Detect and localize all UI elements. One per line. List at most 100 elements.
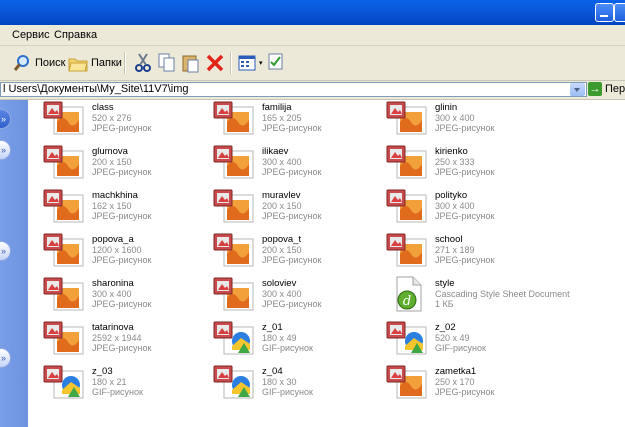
folders-icon	[68, 58, 88, 72]
gif-image-icon	[213, 321, 254, 355]
file-name: z_01	[262, 322, 283, 333]
file-type: JPEG-рисунок	[92, 167, 152, 177]
file-item[interactable]: muravlev 200 x 150 JPEG-рисунок	[210, 188, 380, 228]
file-name: z_04	[262, 366, 283, 377]
file-name: polityko	[435, 190, 468, 201]
menu-service[interactable]: Сервис	[12, 29, 50, 41]
collapse-button[interactable]: »	[0, 140, 11, 160]
file-type: JPEG-рисунок	[92, 211, 152, 221]
file-info: school 271 x 189 JPEG-рисунок	[435, 235, 494, 266]
file-item[interactable]: sharonina 300 x 400 JPEG-рисунок	[40, 276, 210, 316]
address-bar: l Users\Документы\My_Site\11V7\img → Пер…	[0, 81, 625, 100]
file-name: z_03	[92, 366, 113, 377]
file-type: JPEG-рисунок	[262, 211, 322, 221]
menu-help[interactable]: Справка	[54, 29, 97, 41]
jpeg-image-icon	[43, 189, 84, 223]
toolbar-separator	[124, 52, 126, 74]
file-type: 1 КБ	[435, 299, 454, 309]
file-dimensions: 271 x 189	[435, 245, 475, 255]
file-item[interactable]: soloviev 300 x 400 JPEG-рисунок	[210, 276, 380, 316]
file-name: popova_t	[262, 234, 302, 245]
file-item[interactable]: tatarinova 2592 x 1944 JPEG-рисунок	[40, 320, 210, 360]
file-item[interactable]: z_02 520 x 49 GIF-рисунок	[383, 320, 553, 360]
collapse-button[interactable]: »	[0, 348, 11, 368]
folders-button[interactable]: Папки	[68, 53, 122, 73]
file-type: JPEG-рисунок	[262, 123, 322, 133]
file-item[interactable]: machkhina 162 x 150 JPEG-рисунок	[40, 188, 210, 228]
file-item[interactable]: glumova 200 x 150 JPEG-рисунок	[40, 144, 210, 184]
maximize-button[interactable]	[614, 3, 625, 22]
file-item[interactable]: ilikaev 300 x 400 JPEG-рисунок	[210, 144, 380, 184]
file-name: popova_a	[92, 234, 134, 245]
file-item[interactable]: z_03 180 x 21 GIF-рисунок	[40, 364, 210, 404]
jpeg-image-icon	[386, 145, 427, 179]
paste-icon[interactable]	[182, 53, 200, 73]
cut-icon[interactable]	[134, 53, 152, 73]
search-button[interactable]: Поиск	[14, 53, 65, 73]
file-item[interactable]: school 271 x 189 JPEG-рисунок	[383, 232, 553, 272]
file-name: soloviev	[262, 278, 297, 289]
collapse-button[interactable]: »	[0, 241, 11, 261]
file-item[interactable]: z_04 180 x 30 GIF-рисунок	[210, 364, 380, 404]
address-dropdown-button[interactable]	[570, 83, 585, 96]
file-item[interactable]: class 520 x 276 JPEG-рисунок	[40, 100, 210, 140]
jpeg-image-icon	[386, 233, 427, 267]
file-info: familija 165 x 205 JPEG-рисунок	[262, 103, 322, 134]
jpeg-image-icon	[213, 233, 254, 267]
gif-image-icon	[43, 365, 84, 399]
file-info: class 520 x 276 JPEG-рисунок	[92, 103, 151, 134]
jpeg-image-icon	[43, 277, 84, 311]
jpeg-image-icon	[386, 101, 427, 135]
file-info: popova_a 1200 x 1600 JPEG-рисунок	[92, 234, 151, 266]
file-type: GIF-рисунок	[262, 387, 313, 397]
file-item[interactable]: popova_t 200 x 150 JPEG-рисунок	[210, 232, 380, 272]
title-bar	[0, 0, 625, 25]
go-arrow-icon: →	[588, 82, 602, 96]
file-info: soloviev 300 x 400 JPEG-рисунок	[262, 278, 322, 310]
file-item[interactable]: z_01 180 x 49 GIF-рисунок	[210, 320, 380, 360]
address-input[interactable]: l Users\Документы\My_Site\11V7\img	[0, 82, 587, 97]
file-item[interactable]: kirienko 250 x 333 JPEG-рисунок	[383, 144, 553, 184]
toolbar: Поиск Папки ▾	[0, 46, 625, 81]
css-document-icon: d	[396, 276, 422, 312]
file-dimensions: 300 x 400	[92, 289, 132, 299]
collapse-button[interactable]: »	[0, 109, 11, 129]
minimize-button[interactable]	[595, 3, 614, 22]
file-item[interactable]: d style Cascading Style Sheet Document 1 К…	[383, 276, 570, 316]
file-item[interactable]: familija 165 x 205 JPEG-рисунок	[210, 100, 380, 140]
file-dimensions: Cascading Style Sheet Document	[435, 289, 570, 299]
views-button[interactable]: ▾	[238, 53, 263, 73]
file-info: popova_t 200 x 150 JPEG-рисунок	[262, 234, 321, 266]
file-item[interactable]: polityko 300 x 400 JPEG-рисунок	[383, 188, 553, 228]
svg-text:d: d	[403, 294, 411, 309]
go-button[interactable]: → Пере	[588, 82, 625, 96]
file-name: zametka1	[435, 366, 477, 377]
file-info: muravlev 200 x 150 JPEG-рисунок	[262, 191, 322, 222]
file-info: glumova 200 x 150 JPEG-рисунок	[92, 147, 152, 178]
file-dimensions: 300 x 400	[262, 157, 302, 167]
copy-icon[interactable]	[158, 53, 176, 73]
file-item[interactable]: glinin 300 x 400 JPEG-рисунок	[383, 100, 553, 140]
file-item[interactable]: popova_a 1200 x 1600 JPEG-рисунок	[40, 232, 210, 272]
file-type: JPEG-рисунок	[435, 211, 495, 221]
file-dimensions: 2592 x 1944	[92, 333, 142, 343]
folders-label: Папки	[91, 57, 122, 69]
jpeg-image-icon	[43, 233, 84, 267]
properties-icon[interactable]	[268, 53, 284, 73]
file-info: kirienko 250 x 333 JPEG-рисунок	[435, 146, 494, 178]
file-item[interactable]: zametka1 250 x 170 JPEG-рисунок	[383, 364, 553, 404]
file-dimensions: 250 x 333	[435, 157, 475, 167]
jpeg-image-icon	[213, 189, 254, 223]
file-name: kirienko	[435, 146, 468, 157]
file-type: JPEG-рисунок	[262, 299, 322, 309]
file-type: JPEG-рисунок	[435, 387, 495, 397]
delete-icon[interactable]	[205, 53, 225, 73]
file-dimensions: 200 x 150	[92, 157, 132, 167]
task-pane: » » » »	[0, 100, 28, 427]
jpeg-image-icon	[213, 145, 254, 179]
file-info: zametka1 250 x 170 JPEG-рисунок	[435, 366, 495, 398]
file-type: JPEG-рисунок	[435, 123, 495, 133]
gif-image-icon	[386, 321, 427, 355]
file-name: style	[435, 278, 455, 289]
file-info: polityko 300 x 400 JPEG-рисунок	[435, 190, 495, 222]
